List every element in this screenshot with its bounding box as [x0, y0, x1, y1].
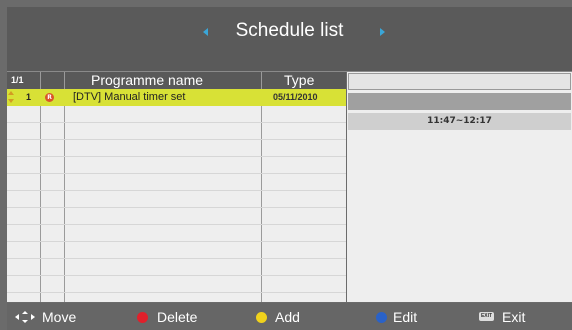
- detail-panel: 11:47~12:17: [347, 72, 572, 302]
- page-title: Schedule list: [235, 20, 344, 41]
- table-row[interactable]: [7, 225, 346, 242]
- record-icon: R: [45, 93, 54, 102]
- exit-label: Exit: [502, 309, 526, 325]
- time-range: 11:47~12:17: [348, 113, 571, 130]
- table-row-selected[interactable]: 1 R [DTV] Manual timer set 05/11/2010: [7, 89, 346, 106]
- page-indicator: 1/1: [11, 75, 24, 85]
- table-row[interactable]: [7, 174, 346, 191]
- arrow-right-icon[interactable]: [380, 28, 385, 36]
- column-header-name: Programme name: [91, 72, 204, 88]
- add-label: Add: [275, 309, 300, 325]
- table-header: 1/1 Programme name Type: [7, 72, 346, 89]
- column-header-type: Type: [284, 72, 315, 88]
- header-bar: Schedule list: [7, 7, 572, 72]
- move-arrows-icon: [15, 311, 35, 323]
- programme-name: [DTV] Manual timer set: [73, 91, 186, 103]
- schedule-date: 05/11/2010: [273, 92, 318, 102]
- move-label: Move: [42, 309, 77, 325]
- delete-label: Delete: [157, 309, 198, 325]
- footer-legend: Move Delete Add Edit EXIT Exit: [7, 303, 572, 330]
- table-row[interactable]: [7, 259, 346, 276]
- table-row[interactable]: [7, 140, 346, 157]
- row-index: 1: [26, 92, 32, 102]
- table-row[interactable]: [7, 242, 346, 259]
- table-row[interactable]: [7, 276, 346, 293]
- scroll-arrows-icon: [8, 91, 14, 104]
- table-row[interactable]: [7, 208, 346, 225]
- table-row[interactable]: [7, 106, 346, 123]
- schedule-table: 1/1 Programme name Type 1 R [DTV] Manual…: [7, 72, 346, 302]
- yellow-button-icon: [256, 312, 267, 323]
- blue-button-icon: [376, 312, 387, 323]
- exit-key-icon: EXIT: [479, 312, 494, 321]
- red-button-icon: [137, 312, 148, 323]
- table-row[interactable]: [7, 123, 346, 140]
- table-row[interactable]: [7, 191, 346, 208]
- detail-field-1: [348, 73, 571, 90]
- edit-label: Edit: [393, 309, 418, 325]
- table-row[interactable]: [7, 157, 346, 174]
- detail-field-2: [348, 93, 571, 110]
